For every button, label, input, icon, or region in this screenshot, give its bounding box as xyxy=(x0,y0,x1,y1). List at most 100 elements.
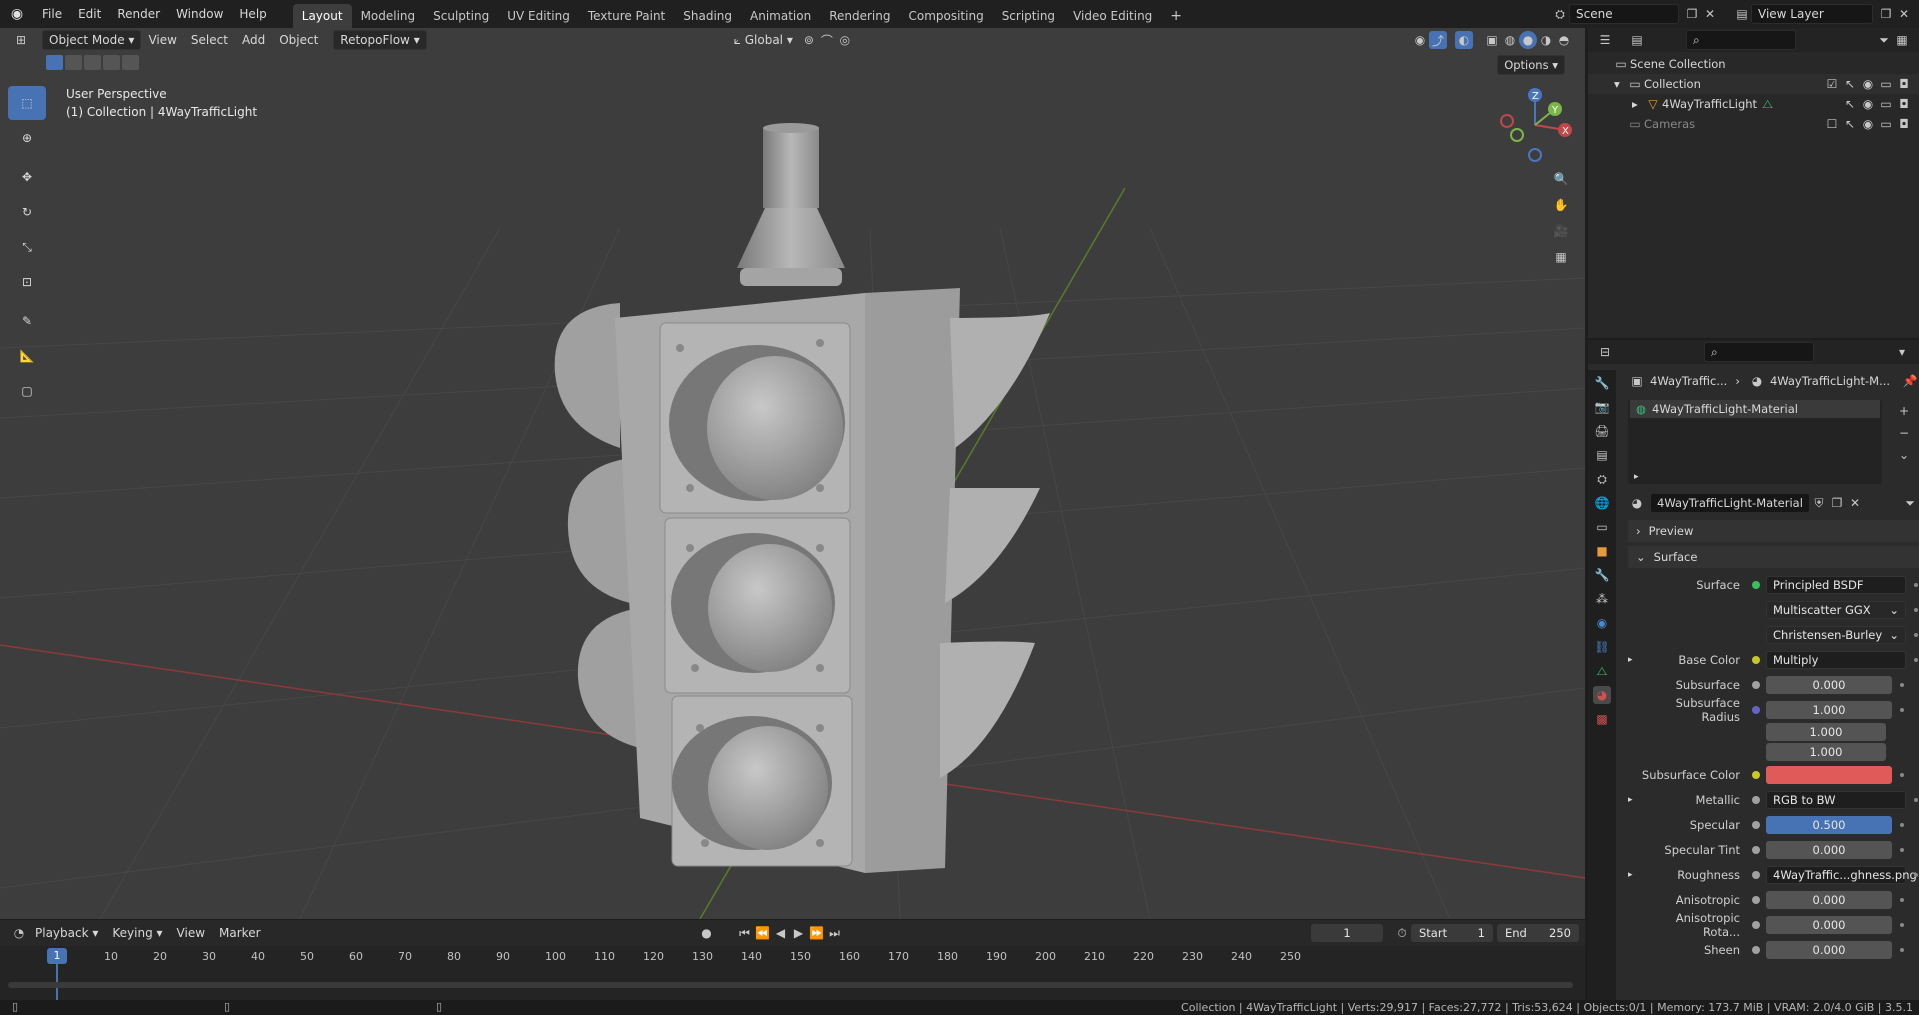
new-collection-icon[interactable]: ▦ xyxy=(1893,31,1911,49)
mesh-data-icon[interactable]: ⧍ xyxy=(1762,95,1841,113)
selectable-icon[interactable]: ↖ xyxy=(1841,115,1859,133)
expand-object-icon[interactable]: ▸ xyxy=(1632,97,1644,111)
render-disable-icon[interactable]: ◘ xyxy=(1895,75,1913,93)
socket-icon[interactable] xyxy=(1752,795,1760,804)
data-tab-icon[interactable]: ⧍ xyxy=(1593,662,1611,680)
keyframe-dot-icon[interactable] xyxy=(1914,872,1918,877)
browse-material-icon[interactable]: ◕ xyxy=(1628,494,1646,512)
scale-tool[interactable]: ⤡ xyxy=(8,230,46,264)
keyframe-dot-icon[interactable] xyxy=(1914,607,1918,612)
scene-tab-icon[interactable]: ⛭ xyxy=(1593,470,1611,488)
play-reverse-icon[interactable]: ◀ xyxy=(772,924,790,942)
measure-tool[interactable]: 📐 xyxy=(8,339,46,373)
distribution-dropdown[interactable]: Christensen-Burley ⌄ xyxy=(1766,625,1906,644)
view-layer-tab-icon[interactable]: ▤ xyxy=(1593,446,1611,464)
socket-icon[interactable] xyxy=(1752,680,1760,689)
value-slider[interactable]: 0.000 xyxy=(1766,915,1892,934)
rotate-tool[interactable]: ↻ xyxy=(8,195,46,229)
keyframe-dot-icon[interactable] xyxy=(1914,657,1918,662)
socket-icon[interactable] xyxy=(1752,655,1760,664)
playback-menu[interactable]: Playback ▾ xyxy=(28,926,105,940)
menu-view[interactable]: View xyxy=(141,33,183,47)
properties-editor-icon[interactable]: ⊟ xyxy=(1596,343,1614,361)
eye-icon[interactable]: ◉ xyxy=(1859,75,1877,93)
outliner-row-object[interactable]: ▸ ▽ 4WayTrafficLight ⧍ ↖ ◉ ▭ ◘ xyxy=(1588,94,1919,114)
scene-field[interactable]: Scene xyxy=(1569,4,1679,24)
menu-edit[interactable]: Edit xyxy=(70,0,109,28)
expand-collection-icon[interactable]: ▾ xyxy=(1614,77,1626,91)
3d-viewport[interactable]: ⊞ Object Mode ▾ View Select Add Object R… xyxy=(0,28,1585,919)
outliner-search[interactable]: ⌕ xyxy=(1686,30,1796,50)
viewport-disable-icon[interactable]: ▭ xyxy=(1877,95,1895,113)
remove-slot-icon[interactable]: − xyxy=(1895,424,1913,442)
add-workspace-icon[interactable]: + xyxy=(1161,4,1191,28)
slot-menu-icon[interactable]: ⌄ xyxy=(1895,446,1913,464)
tool-tab-icon[interactable]: 🔧 xyxy=(1593,374,1611,392)
unlink-material-icon[interactable]: ✕ xyxy=(1846,494,1864,512)
tab-video-editing[interactable]: Video Editing xyxy=(1064,4,1161,28)
keyframe-dot-icon[interactable] xyxy=(1900,847,1904,852)
distribution-dropdown[interactable]: Multiscatter GGX ⌄ xyxy=(1766,600,1906,619)
filter-icon[interactable]: ⏷ xyxy=(1875,31,1893,49)
camera-view-icon[interactable]: 🎥 xyxy=(1552,222,1570,240)
menu-help[interactable]: Help xyxy=(231,0,274,28)
keyframe-dot-icon[interactable] xyxy=(1900,822,1904,827)
menu-object[interactable]: Object xyxy=(272,33,325,47)
preview-panel-header[interactable]: › Preview xyxy=(1628,520,1919,542)
expand-icon[interactable]: ▸ xyxy=(1628,870,1638,880)
keyframe-dot-icon[interactable] xyxy=(1914,797,1918,802)
blender-logo-icon[interactable]: ◉ xyxy=(0,6,34,22)
socket-icon[interactable] xyxy=(1752,580,1760,589)
play-icon[interactable]: ▶ xyxy=(790,924,808,942)
include-checkbox-icon[interactable]: ☑ xyxy=(1823,75,1841,93)
menu-add[interactable]: Add xyxy=(235,33,272,47)
tab-compositing[interactable]: Compositing xyxy=(899,4,992,28)
value-slider[interactable]: 0.000 xyxy=(1766,890,1892,909)
menu-window[interactable]: Window xyxy=(168,0,231,28)
render-tab-icon[interactable]: 📷 xyxy=(1593,398,1611,416)
properties-options-icon[interactable]: ▾ xyxy=(1893,343,1911,361)
transform-orientation-dropdown[interactable]: ⟀ Global ▾ xyxy=(727,33,800,48)
modifier-tab-icon[interactable]: 🔧 xyxy=(1593,566,1611,584)
view-layer-field[interactable]: View Layer xyxy=(1751,4,1873,24)
add-cube-tool[interactable]: ▢ xyxy=(8,374,46,408)
pan-hand-icon[interactable]: ✋ xyxy=(1552,196,1570,214)
next-keyframe-icon[interactable]: ⏩ xyxy=(808,924,826,942)
render-disable-icon[interactable]: ◘ xyxy=(1895,95,1913,113)
timeline-view-menu[interactable]: View xyxy=(170,926,212,940)
tab-sculpting[interactable]: Sculpting xyxy=(424,4,498,28)
keyframe-dot-icon[interactable] xyxy=(1900,897,1904,902)
keyframe-dot-icon[interactable] xyxy=(1900,922,1904,927)
rendered-shading-icon[interactable]: ◓ xyxy=(1555,31,1573,49)
options-button[interactable]: Options ▾ xyxy=(1497,55,1565,75)
start-frame-field[interactable]: Start 1 xyxy=(1411,924,1493,942)
outliner-row-scene-collection[interactable]: ▭ Scene Collection xyxy=(1588,54,1919,74)
tab-modeling[interactable]: Modeling xyxy=(352,4,425,28)
constraints-tab-icon[interactable]: ⛓ xyxy=(1593,638,1611,656)
outliner-row-cameras[interactable]: ▭ Cameras ☐ ↖ ◉ ▭ ◘ xyxy=(1588,114,1919,134)
pin-icon[interactable]: 📌 xyxy=(1901,372,1919,390)
surface-panel-header[interactable]: ⌄ Surface xyxy=(1628,546,1919,568)
clock-icon[interactable]: ⏱ xyxy=(1393,924,1411,942)
value-slider[interactable]: 1.000 xyxy=(1766,723,1886,741)
visibility-icon[interactable]: ◉ xyxy=(1411,31,1429,49)
display-mode-icon[interactable]: ▤ xyxy=(1628,31,1646,49)
tab-rendering[interactable]: Rendering xyxy=(820,4,899,28)
playhead[interactable]: 1 xyxy=(47,948,67,964)
prev-keyframe-icon[interactable]: ⏪ xyxy=(754,924,772,942)
selectable-icon[interactable]: ↖ xyxy=(1841,95,1859,113)
selectable-icon[interactable]: ↖ xyxy=(1841,75,1859,93)
current-frame-field[interactable]: 1 xyxy=(1311,924,1383,942)
tab-animation[interactable]: Animation xyxy=(741,4,820,28)
menu-file[interactable]: File xyxy=(34,0,70,28)
include-checkbox-icon[interactable]: ☐ xyxy=(1823,115,1841,133)
value-slider[interactable]: 0.000 xyxy=(1766,940,1892,959)
object-tab-icon[interactable]: ■ xyxy=(1593,542,1611,560)
tab-shading[interactable]: Shading xyxy=(674,4,741,28)
proportional-edit-icon[interactable]: ◎ xyxy=(836,31,854,49)
duplicate-material-icon[interactable]: ❐ xyxy=(1828,494,1846,512)
gizmo-toggle-icon[interactable]: ⤴ xyxy=(1429,31,1447,49)
menu-render[interactable]: Render xyxy=(109,0,168,28)
pivot-icon[interactable]: ⊚ xyxy=(800,31,818,49)
delete-scene-icon[interactable]: ✕ xyxy=(1701,5,1719,23)
